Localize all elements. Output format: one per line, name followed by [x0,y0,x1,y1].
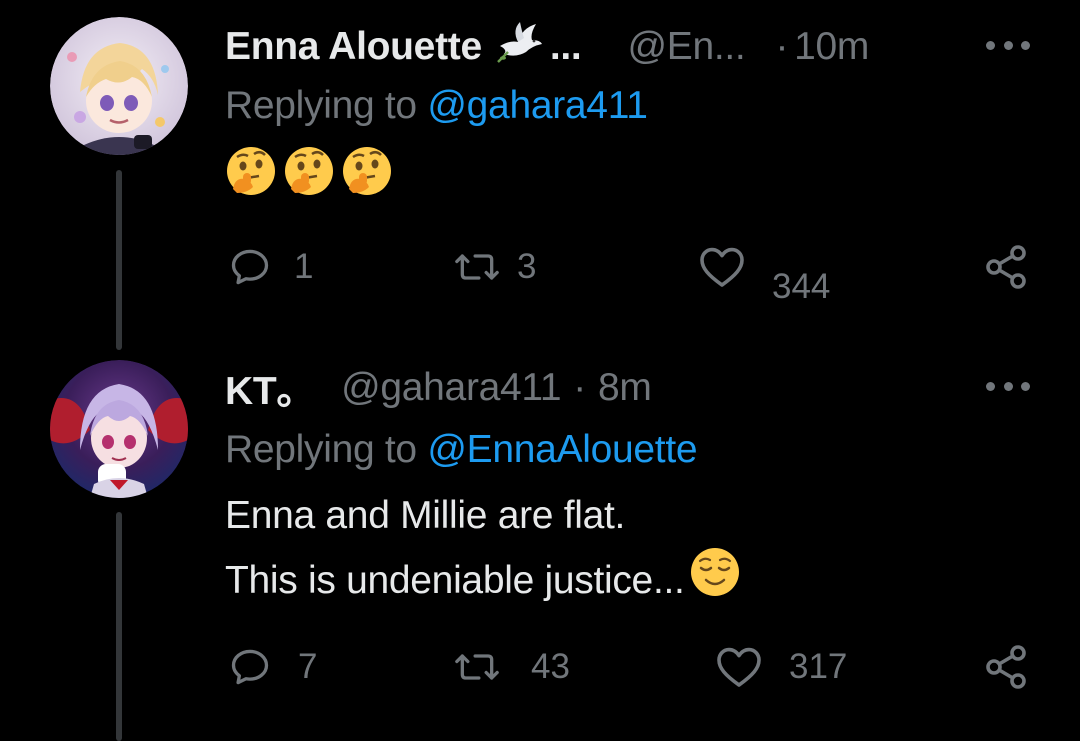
relieved-face-emoji [689,546,741,616]
display-name[interactable]: KT。 [225,360,315,416]
like-button[interactable]: 317 [715,645,847,689]
replying-to: Replying to @gahara411 [225,84,648,128]
thinking-face-emoji [341,145,393,215]
tweet-text-line: This is undeniable justice... [225,546,741,616]
reply-icon [231,249,269,285]
thinking-face-emoji [225,145,277,215]
more-options-icon[interactable] [986,376,1030,396]
like-count: 317 [789,647,848,686]
name-truncation: ... [549,25,582,68]
tweet-body [225,145,393,205]
replying-to-label: Replying to [225,428,417,471]
heart-icon [717,647,761,687]
share-icon [986,245,1026,289]
tweet-text: This is undeniable justice... [225,559,685,602]
heart-icon [700,247,744,287]
handle[interactable]: @gahara411 [341,366,562,410]
reply-button[interactable]: 1 [228,245,313,289]
timestamp[interactable]: 10m [794,25,869,69]
replying-to-label: Replying to [225,84,417,127]
display-name[interactable]: Enna Alouette [225,25,482,69]
share-icon [986,645,1026,689]
retweet-icon [455,254,499,280]
replying-to: Replying to @EnnaAlouette [225,428,698,472]
handle[interactable]: @En... [627,25,745,69]
reply-mention-link[interactable]: @EnnaAlouette [427,428,697,471]
separator-dot: · [775,25,789,68]
reply-icon [231,649,269,685]
share-button[interactable] [982,243,1030,291]
tweet-text-line: Enna and Millie are flat. [225,494,626,537]
avatar[interactable] [50,360,188,498]
like-count: 344 [772,267,831,306]
separator-dot: · [573,366,586,409]
tweet-header: KT。 @gahara411 · 8m [225,358,652,418]
reply-mention-link[interactable]: @gahara411 [427,84,648,127]
tweet-header: Enna Alouette ... @En... · 10m [225,17,869,77]
retweet-button[interactable]: 3 [453,245,536,289]
tweet: Enna Alouette ... @En... · 10m Replying … [0,17,1080,337]
avatar[interactable] [50,17,188,155]
tweet-body: Enna and Millie are flat. This is undeni… [225,486,741,616]
reply-count: 7 [298,647,318,686]
retweet-count: 3 [517,247,537,286]
retweet-count: 43 [531,647,570,686]
more-options-icon[interactable] [986,35,1030,55]
reply-button[interactable]: 7 [228,645,317,689]
retweet-button[interactable]: 43 [453,645,570,689]
timestamp[interactable]: 8m [598,366,652,410]
thinking-face-emoji [283,145,335,215]
share-button[interactable] [982,643,1030,691]
dove-icon [494,20,544,74]
retweet-icon [455,654,499,680]
reply-count: 1 [294,247,314,286]
tweet: KT。 @gahara411 · 8m Replying to @EnnaAlo… [0,358,1080,741]
like-button[interactable]: 344 [698,245,830,306]
